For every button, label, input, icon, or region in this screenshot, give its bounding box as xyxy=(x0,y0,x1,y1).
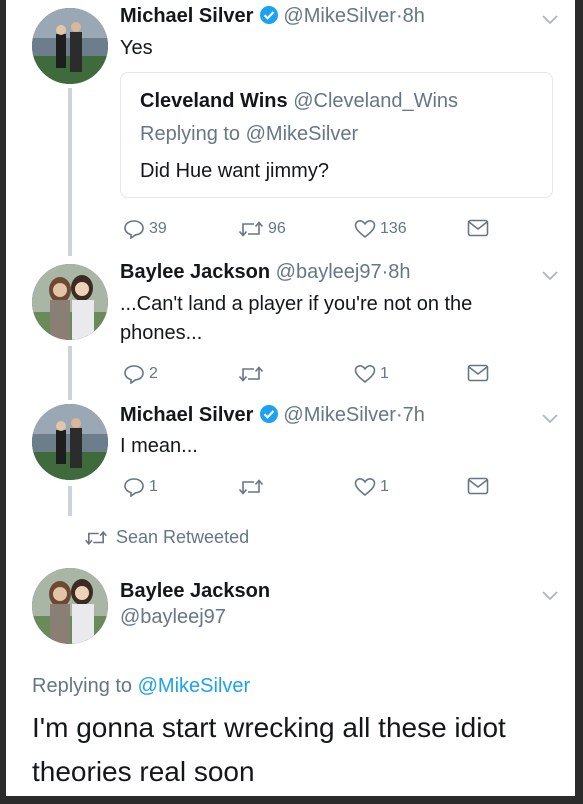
main-tweet-text-line: theories real soon xyxy=(32,756,255,787)
like-count: 1 xyxy=(380,478,389,495)
tweet-thread-screenshot: Michael Silver @MikeSilver·8h Yes Clevela… xyxy=(6,0,575,796)
avatar-photo xyxy=(32,568,108,644)
reply-button[interactable]: 39 xyxy=(123,219,167,239)
avatar[interactable] xyxy=(32,264,108,340)
direct-message-button[interactable] xyxy=(467,477,489,495)
display-name[interactable]: Baylee Jackson xyxy=(120,580,270,602)
retweet-context: Sean Retweeted xyxy=(84,527,249,548)
avatar-photo xyxy=(32,264,108,340)
timestamp[interactable]: 8h xyxy=(388,261,410,283)
direct-message-button[interactable] xyxy=(467,364,489,382)
retweet-button[interactable] xyxy=(238,364,264,384)
main-tweet-handle-line: @bayleej97 xyxy=(120,606,226,629)
user-handle[interactable]: @MikeSilver xyxy=(283,404,396,426)
reply-count: 2 xyxy=(149,365,158,382)
retweet-button[interactable] xyxy=(238,477,264,497)
heart-icon xyxy=(354,219,376,239)
envelope-icon xyxy=(467,219,489,237)
like-button[interactable]: 1 xyxy=(354,364,389,384)
separator-dot: · xyxy=(395,404,403,426)
verified-badge-icon xyxy=(259,5,279,31)
retweet-icon xyxy=(238,221,264,237)
timestamp[interactable]: 7h xyxy=(403,404,425,426)
chevron-down-icon[interactable] xyxy=(542,588,558,606)
retweet-context-label[interactable]: Sean Retweeted xyxy=(116,527,249,548)
reply-button[interactable]: 2 xyxy=(123,364,158,384)
retweet-icon xyxy=(238,479,264,495)
quote-text: Did Hue want jimmy? xyxy=(140,160,329,182)
retweet-count: 96 xyxy=(268,220,286,237)
tweet-text-line: phones... xyxy=(120,322,203,344)
retweet-button[interactable]: 96 xyxy=(238,219,286,239)
user-handle[interactable]: @MikeSilver xyxy=(283,5,396,27)
tweet-header: Michael Silver @MikeSilver·8h xyxy=(120,5,425,31)
separator-dot: · xyxy=(395,5,403,27)
chevron-down-icon[interactable] xyxy=(542,268,558,286)
quote-replying-to: Replying to @MikeSilver xyxy=(140,123,359,145)
like-button[interactable]: 136 xyxy=(354,219,407,239)
verified-badge-icon xyxy=(259,404,279,430)
tweet-text: Yes xyxy=(120,37,153,59)
timestamp[interactable]: 8h xyxy=(403,5,425,27)
thread-line xyxy=(68,486,72,516)
chevron-down-icon[interactable] xyxy=(542,411,558,429)
main-tweet-name: Baylee Jackson xyxy=(120,580,270,603)
quote-display-name: Cleveland Wins xyxy=(140,90,288,112)
quote-handle: @Cleveland_Wins xyxy=(293,90,459,112)
tweet-text-line: ...Can't land a player if you're not on … xyxy=(120,293,473,315)
retweet-icon xyxy=(238,366,264,382)
user-handle[interactable]: @bayleej97 xyxy=(276,261,382,283)
thread-line xyxy=(68,346,72,400)
avatar-photo xyxy=(32,8,108,84)
avatar[interactable] xyxy=(32,568,108,644)
avatar[interactable] xyxy=(32,404,108,480)
like-button[interactable]: 1 xyxy=(354,477,389,497)
reply-count: 1 xyxy=(149,478,158,495)
quoted-tweet[interactable]: Cleveland Wins @Cleveland_Wins Replying … xyxy=(120,72,553,198)
direct-message-button[interactable] xyxy=(467,219,489,237)
reply-icon xyxy=(124,478,144,497)
quote-header: Cleveland Wins @Cleveland_Wins xyxy=(140,90,458,113)
like-count: 1 xyxy=(380,365,389,382)
replying-to-label: Replying to xyxy=(32,675,138,697)
reply-icon xyxy=(124,365,144,384)
reply-icon xyxy=(124,220,144,239)
tweet-header: Baylee Jackson @bayleej97·8h xyxy=(120,261,411,284)
avatar[interactable] xyxy=(32,8,108,84)
display-name[interactable]: Michael Silver xyxy=(120,404,253,426)
display-name[interactable]: Michael Silver xyxy=(120,5,253,27)
thread-line xyxy=(68,88,72,256)
replying-to-handle[interactable]: @MikeSilver xyxy=(138,675,251,697)
user-handle[interactable]: @bayleej97 xyxy=(120,606,226,628)
heart-icon xyxy=(354,477,376,497)
like-count: 136 xyxy=(380,220,407,237)
reply-button[interactable]: 1 xyxy=(123,477,158,497)
heart-icon xyxy=(354,364,376,384)
tweet-text: I mean... xyxy=(120,435,198,457)
envelope-icon xyxy=(467,477,489,495)
chevron-down-icon[interactable] xyxy=(542,12,558,30)
avatar-photo xyxy=(32,404,108,480)
envelope-icon xyxy=(467,364,489,382)
tweet-header: Michael Silver @MikeSilver·7h xyxy=(120,404,425,430)
retweet-icon xyxy=(85,530,107,545)
display-name[interactable]: Baylee Jackson xyxy=(120,261,270,283)
main-tweet-text-line: I'm gonna start wrecking all these idiot xyxy=(32,712,506,743)
reply-count: 39 xyxy=(149,220,167,237)
replying-to-line: Replying to @MikeSilver xyxy=(32,671,250,701)
